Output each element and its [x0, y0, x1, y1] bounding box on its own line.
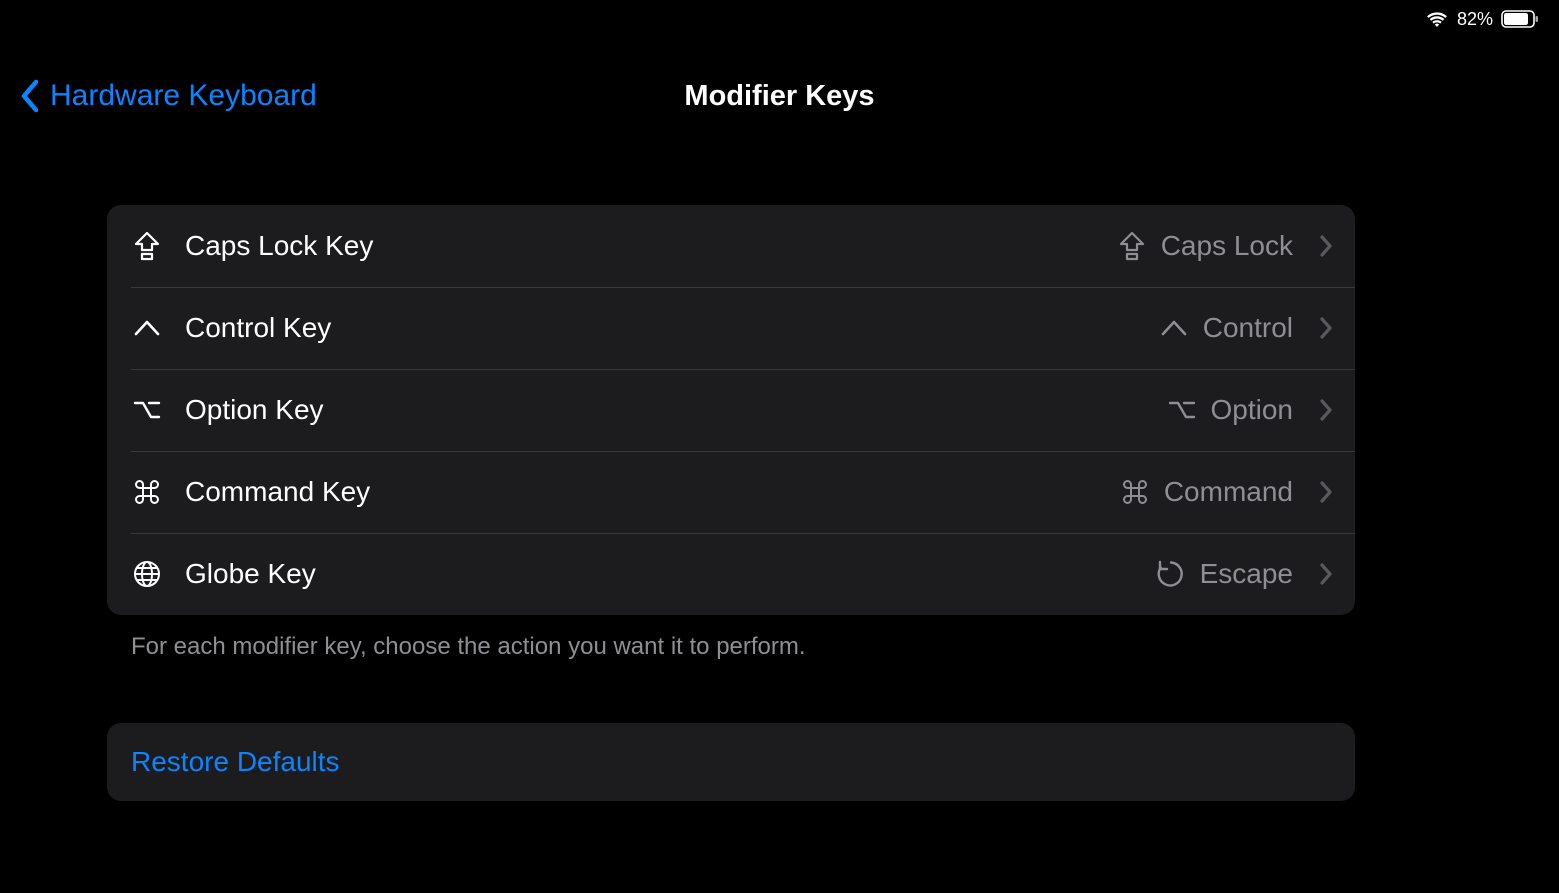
row-value: Caps Lock — [1161, 230, 1293, 262]
control-icon — [131, 318, 163, 338]
globe-icon — [131, 559, 163, 589]
chevron-right-icon — [1319, 398, 1333, 422]
escape-icon — [1156, 559, 1186, 589]
command-icon — [1120, 477, 1150, 507]
row-command[interactable]: Command Key Command — [107, 451, 1355, 533]
chevron-left-icon — [18, 78, 40, 114]
actions-group: Restore Defaults — [107, 723, 1355, 801]
row-label: Command Key — [185, 476, 370, 508]
content: Caps Lock Key Caps Lock — [107, 205, 1355, 801]
row-label: Caps Lock Key — [185, 230, 373, 262]
status-bar: 82% — [1425, 0, 1559, 38]
row-value: Option — [1211, 394, 1294, 426]
row-label: Globe Key — [185, 558, 316, 590]
row-option[interactable]: Option Key Option — [107, 369, 1355, 451]
chevron-right-icon — [1319, 316, 1333, 340]
chevron-right-icon — [1319, 234, 1333, 258]
chevron-right-icon — [1319, 480, 1333, 504]
row-caps-lock[interactable]: Caps Lock Key Caps Lock — [107, 205, 1355, 287]
battery-icon — [1501, 10, 1539, 28]
back-label: Hardware Keyboard — [50, 79, 317, 113]
row-control[interactable]: Control Key Control — [107, 287, 1355, 369]
command-icon — [131, 477, 163, 507]
row-value: Control — [1203, 312, 1293, 344]
wifi-icon — [1425, 10, 1449, 28]
restore-defaults-button[interactable]: Restore Defaults — [107, 723, 1355, 801]
row-globe[interactable]: Globe Key Escape — [107, 533, 1355, 615]
row-value: Escape — [1200, 558, 1293, 590]
back-button[interactable]: Hardware Keyboard — [18, 78, 317, 114]
row-label: Control Key — [185, 312, 331, 344]
chevron-right-icon — [1319, 562, 1333, 586]
restore-defaults-label: Restore Defaults — [131, 746, 340, 778]
option-icon — [1167, 399, 1197, 421]
modifier-keys-group: Caps Lock Key Caps Lock — [107, 205, 1355, 615]
group-footer: For each modifier key, choose the action… — [131, 633, 1355, 661]
nav-bar: Hardware Keyboard Modifier Keys — [0, 68, 1559, 124]
battery-percent: 82% — [1457, 9, 1493, 30]
option-icon — [131, 399, 163, 421]
capslock-icon — [131, 231, 163, 261]
row-label: Option Key — [185, 394, 324, 426]
capslock-icon — [1117, 231, 1147, 261]
row-value: Command — [1164, 476, 1293, 508]
control-icon — [1159, 318, 1189, 338]
